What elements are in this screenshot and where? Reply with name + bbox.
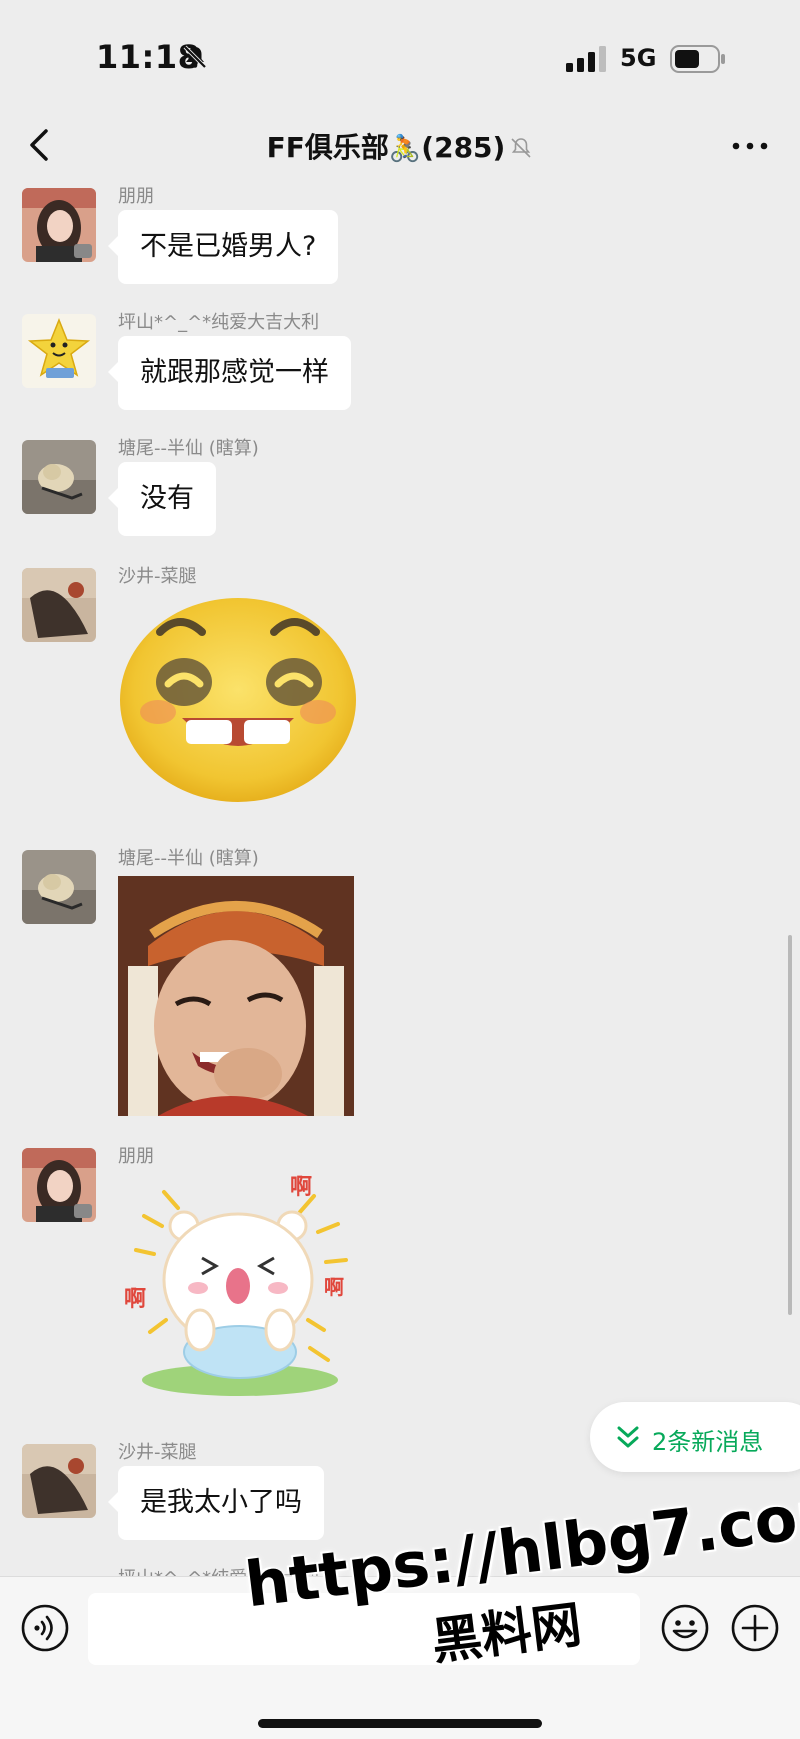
bear-crying-sticker[interactable]: 啊 啊 啊 <box>118 1170 362 1402</box>
new-messages-label: 2条新消息 <box>652 1428 764 1456</box>
sticker-text: 啊 <box>290 1175 312 1200</box>
message-item: 朋朋 不是已婚男人? <box>0 182 800 292</box>
message-list[interactable]: 朋朋 不是已婚男人? 坪山*^_^*纯爱大吉大利 就跟那感觉一样 塘尾--半仙 … <box>0 182 800 1576</box>
bike-emoji: 🚴 <box>388 134 422 164</box>
message-item: 塘尾--半仙 (瞎算) <box>0 844 800 1116</box>
chat-title[interactable]: FF俱乐部🚴(285) <box>0 126 800 166</box>
plus-icon[interactable] <box>730 1603 780 1653</box>
sender-name: 塘尾--半仙 (瞎算) <box>118 848 259 869</box>
more-icon[interactable] <box>728 132 772 160</box>
sender-name: 朋朋 <box>118 1146 154 1167</box>
message-item: 坪山*^_^*纯爱大吉大利 <box>0 1564 800 1576</box>
member-count: (285) <box>421 131 506 164</box>
sender-name: 坪山*^_^*纯爱大吉大利 <box>118 1564 319 1576</box>
voice-icon[interactable] <box>20 1603 70 1653</box>
sender-name: 坪山*^_^*纯爱大吉大利 <box>118 312 320 333</box>
mute-icon <box>511 138 531 158</box>
sender-name: 沙井-菜腿 <box>118 1442 197 1463</box>
message-input[interactable] <box>88 1593 640 1665</box>
group-name: FF俱乐部 <box>266 131 389 164</box>
sender-name: 朋朋 <box>118 186 154 207</box>
monk-laughing-sticker[interactable] <box>118 876 354 1116</box>
new-messages-pill[interactable]: 2条新消息 <box>590 1402 800 1472</box>
message-bubble[interactable]: 就跟那感觉一样 <box>108 336 351 410</box>
home-indicator[interactable] <box>258 1719 542 1728</box>
emoji-icon[interactable] <box>660 1603 710 1653</box>
avatar[interactable] <box>22 188 96 262</box>
message-bubble[interactable]: 是我太小了吗 <box>108 1466 324 1540</box>
bell-slash-icon <box>183 45 207 69</box>
chat-header: FF俱乐部🚴(285) <box>0 110 800 182</box>
avatar[interactable] <box>22 1148 96 1222</box>
message-item: 朋朋 啊 啊 啊 <box>0 1142 800 1442</box>
avatar[interactable] <box>22 314 96 388</box>
message-bubble[interactable]: 没有 <box>108 462 216 536</box>
sender-name: 沙井-菜腿 <box>118 566 197 587</box>
message-item: 沙井-菜腿 <box>0 562 800 802</box>
scrollbar[interactable] <box>788 935 792 1315</box>
sticker-text: 啊 <box>124 1287 146 1312</box>
message-item: 塘尾--半仙 (瞎算) 没有 <box>0 434 800 544</box>
avatar[interactable] <box>22 568 96 642</box>
avatar[interactable] <box>22 440 96 514</box>
message-bubble[interactable]: 不是已婚男人? <box>107 210 339 284</box>
sticker-text: 啊 <box>324 1275 344 1299</box>
avatar[interactable] <box>22 850 96 924</box>
sender-name: 塘尾--半仙 (瞎算) <box>118 438 259 459</box>
message-item: 坪山*^_^*纯爱大吉大利 就跟那感觉一样 <box>0 308 800 418</box>
battery-icon <box>670 45 725 73</box>
double-chevron-down-icon <box>617 1426 639 1448</box>
signal-icon <box>566 46 606 72</box>
grinning-emoji-sticker[interactable] <box>118 592 358 804</box>
avatar[interactable] <box>22 1444 96 1518</box>
status-bar: 11:18 5G <box>0 0 800 110</box>
network-type: 5G <box>620 44 657 72</box>
input-bar <box>0 1576 800 1739</box>
